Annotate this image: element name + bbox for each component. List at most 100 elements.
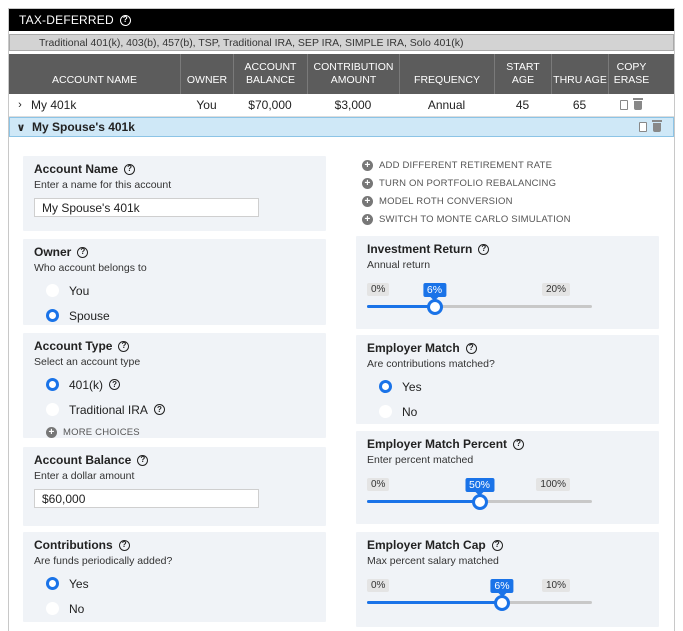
plus-circle-icon: +	[362, 213, 373, 225]
slider-track[interactable]	[367, 494, 592, 510]
radio-button[interactable]	[46, 403, 59, 416]
radio-button[interactable]	[379, 405, 392, 418]
employer-match-card: Employer Match? Are contributions matche…	[356, 335, 659, 424]
slider-thumb[interactable]	[426, 299, 443, 315]
match-cap-slider[interactable]: 0% 10% 6%	[367, 573, 648, 617]
copy-icon[interactable]	[620, 100, 628, 110]
help-icon[interactable]: ?	[124, 163, 136, 175]
help-icon[interactable]: ?	[118, 340, 130, 352]
slider-thumb[interactable]	[471, 494, 488, 510]
match-percent-slider[interactable]: 0% 100% 50%	[367, 472, 648, 516]
slider-min-label: 0%	[367, 283, 390, 296]
radio-button[interactable]	[46, 284, 59, 297]
contributions-option-no[interactable]: No	[34, 600, 315, 617]
owner-card: Owner? Who account belongs to You Spouse	[23, 239, 326, 325]
roth-conversion-link[interactable]: + MODEL ROTH CONVERSION	[362, 192, 662, 210]
col-frequency: FREQUENCY	[399, 54, 494, 94]
employer-match-option-yes[interactable]: Yes	[367, 378, 648, 395]
chevron-right-icon[interactable]: ›	[9, 99, 31, 111]
col-contribution-amount: CONTRIBUTION AMOUNT	[307, 54, 399, 94]
owner-cell: You	[196, 98, 217, 112]
help-icon[interactable]: ?	[109, 379, 121, 390]
thru-age-cell: 65	[572, 98, 587, 112]
investment-return-card: Investment Return? Annual return 0% 20% …	[356, 236, 659, 329]
section-subtitle: Traditional 401(k), 403(b), 457(b), TSP,…	[9, 34, 674, 51]
account-name-input[interactable]	[34, 198, 259, 217]
slider-value-label: 6%	[490, 579, 514, 593]
account-type-option-401k[interactable]: 401(k)?	[34, 376, 315, 393]
copy-icon[interactable]	[639, 122, 647, 132]
account-name-cell: My 401k	[31, 98, 77, 112]
section-title-bar: TAX-DEFERRED ?	[9, 9, 674, 31]
col-account-balance: ACCOUNT BALANCE	[233, 54, 307, 94]
help-icon[interactable]: ?	[491, 539, 503, 551]
owner-option-spouse[interactable]: Spouse	[34, 307, 315, 324]
col-thru-age: THRU AGE	[551, 54, 608, 94]
radio-button-selected[interactable]	[379, 380, 392, 393]
table-row-selected[interactable]: ∨ My Spouse's 401k	[9, 117, 674, 137]
contributions-option-yes[interactable]: Yes	[34, 575, 315, 592]
chevron-down-icon[interactable]: ∨	[10, 121, 32, 134]
balance-cell: $70,000	[248, 98, 292, 112]
slider-min-label: 0%	[367, 579, 390, 592]
help-icon[interactable]: ?	[119, 14, 131, 26]
table-row[interactable]: › My 401k You $70,000 $3,000 Annual 45 6…	[9, 94, 674, 117]
col-start-age: START AGE	[494, 54, 551, 94]
plus-circle-icon: +	[46, 427, 57, 438]
col-copy-erase: COPY ERASE	[608, 54, 654, 94]
plus-circle-icon: +	[362, 159, 373, 171]
account-name-card: Account Name? Enter a name for this acco…	[23, 156, 326, 231]
radio-button-selected[interactable]	[46, 577, 59, 590]
help-icon[interactable]: ?	[118, 539, 130, 551]
slider-max-label: 100%	[536, 478, 570, 491]
slider-value-label: 50%	[464, 478, 495, 492]
slider-track[interactable]	[367, 299, 592, 315]
owner-option-you[interactable]: You	[34, 282, 315, 299]
slider-fill	[367, 601, 502, 604]
section-title: TAX-DEFERRED	[19, 13, 114, 27]
options-links: + ADD DIFFERENT RETIREMENT RATE + TURN ON …	[362, 156, 662, 228]
employer-match-option-no[interactable]: No	[367, 403, 648, 420]
slider-max-label: 20%	[541, 283, 570, 296]
trash-icon[interactable]	[633, 98, 643, 110]
plus-circle-icon: +	[362, 195, 373, 207]
monte-carlo-link[interactable]: + SWITCH TO MONTE CARLO SIMULATION	[362, 210, 662, 228]
contributions-card: Contributions? Are funds periodically ad…	[23, 532, 326, 622]
radio-button[interactable]	[46, 602, 59, 615]
account-form: Account Name? Enter a name for this acco…	[9, 142, 674, 631]
plus-circle-icon: +	[362, 177, 373, 189]
portfolio-rebalancing-link[interactable]: + TURN ON PORTFOLIO REBALANCING	[362, 174, 662, 192]
help-icon[interactable]: ?	[153, 404, 165, 415]
table-header: ACCOUNT NAME OWNER ACCOUNT BALANCE CONTRI…	[9, 54, 674, 94]
slider-track[interactable]	[367, 595, 592, 611]
account-balance-input[interactable]	[34, 489, 259, 508]
more-choices-link[interactable]: + MORE CHOICES	[46, 427, 315, 438]
tax-deferred-panel: TAX-DEFERRED ? Traditional 401(k), 403(b…	[8, 8, 675, 631]
account-type-option-traditional-ira[interactable]: Traditional IRA?	[34, 401, 315, 418]
slider-max-label: 10%	[541, 579, 570, 592]
match-cap-card: Employer Match Cap? Max percent salary m…	[356, 532, 659, 627]
radio-button-selected[interactable]	[46, 378, 59, 391]
add-retirement-rate-link[interactable]: + ADD DIFFERENT RETIREMENT RATE	[362, 156, 662, 174]
slider-min-label: 0%	[367, 478, 390, 491]
account-name-cell: My Spouse's 401k	[32, 120, 135, 134]
investment-return-slider[interactable]: 0% 20% 6%	[367, 277, 648, 321]
contribution-cell: $3,000	[334, 98, 372, 112]
help-icon[interactable]: ?	[77, 246, 89, 258]
help-icon[interactable]: ?	[478, 243, 490, 255]
slider-fill	[367, 305, 435, 308]
account-type-card: Account Type? Select an account type 401…	[23, 333, 326, 438]
start-age-cell: 45	[515, 98, 530, 112]
slider-thumb[interactable]	[494, 595, 510, 611]
help-icon[interactable]: ?	[465, 342, 477, 354]
col-account-name: ACCOUNT NAME	[52, 74, 137, 86]
account-balance-card: Account Balance? Enter a dollar amount	[23, 447, 326, 526]
help-icon[interactable]: ?	[513, 438, 525, 450]
slider-value-label: 6%	[422, 283, 447, 297]
match-percent-card: Employer Match Percent? Enter percent ma…	[356, 431, 659, 524]
radio-button-selected[interactable]	[46, 309, 59, 322]
trash-icon[interactable]	[652, 120, 662, 132]
col-owner: OWNER	[180, 54, 233, 94]
help-icon[interactable]: ?	[137, 454, 149, 466]
slider-fill	[367, 500, 480, 503]
